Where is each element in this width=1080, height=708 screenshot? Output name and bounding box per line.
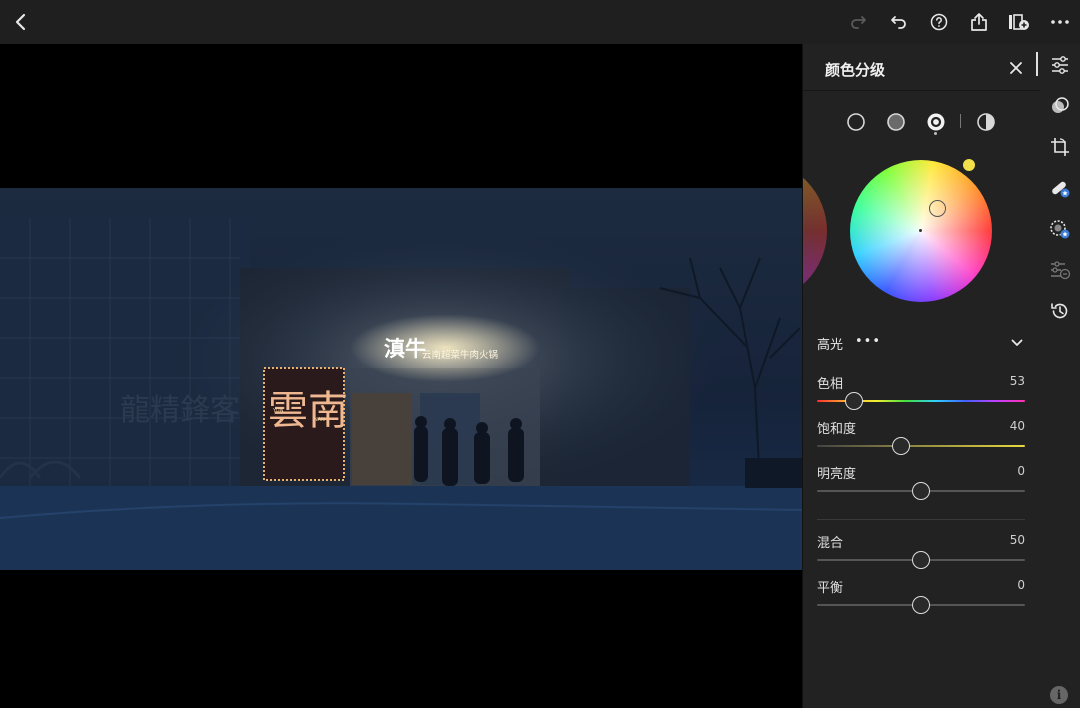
back-icon[interactable] [6, 7, 36, 37]
crop-icon[interactable] [1048, 135, 1072, 159]
neon-sub-sign: 云南超菜牛肉火锅 [422, 349, 498, 361]
redo-icon[interactable] [843, 7, 873, 37]
versions-icon[interactable] [1004, 7, 1034, 37]
neon-small-right: NAN [314, 417, 325, 423]
luminance-thumb[interactable] [912, 482, 930, 500]
info-icon[interactable]: i [1050, 686, 1068, 704]
balance-label: 平衡 [817, 581, 844, 596]
section-divider [817, 519, 1025, 520]
panel-title: 颜色分级 [825, 61, 886, 79]
selective-icon[interactable] [1048, 94, 1072, 118]
section-label: 高光 [817, 338, 844, 353]
luminance-slider[interactable]: 明亮度 0 [817, 463, 1025, 503]
blending-slider[interactable]: 混合 50 [817, 532, 1025, 572]
active-tool-indicator [1036, 52, 1038, 76]
balance-thumb[interactable] [912, 596, 930, 614]
luminance-label: 明亮度 [817, 467, 857, 482]
color-grading-panel: 颜色分级 高光 ••• 色相 53 饱和度 40 明亮度 0 混合 50 平衡 … [802, 44, 1041, 708]
hue-label: 色相 [817, 377, 844, 392]
top-toolbar [0, 0, 1080, 44]
saturation-value: 40 [1009, 419, 1025, 433]
highlights-mode-icon[interactable] [924, 110, 948, 134]
adjacent-color-wheel [803, 160, 827, 302]
color-wheel-area [803, 154, 1041, 304]
wall-text: 龍精鋒客 [120, 393, 240, 428]
image-canvas[interactable]: 龍精鋒客 雲南 YUN NAN 滇牛 云南超菜牛肉火锅 [0, 44, 802, 708]
shadows-mode-icon[interactable] [844, 110, 868, 134]
help-icon[interactable] [924, 7, 954, 37]
undo-icon[interactable] [884, 7, 914, 37]
grading-mode-selector [803, 110, 1041, 134]
presets-icon[interactable] [1048, 258, 1072, 282]
photo: 龍精鋒客 雲南 YUN NAN 滇牛 云南超菜牛肉火锅 [0, 188, 802, 570]
more-icon[interactable] [1045, 7, 1075, 37]
saturation-label: 饱和度 [817, 422, 857, 437]
neon-main-sign: 滇牛 [384, 336, 426, 361]
color-wheel-center [919, 229, 922, 232]
share-icon[interactable] [964, 7, 994, 37]
healing-icon[interactable] [1048, 176, 1072, 200]
close-icon[interactable] [1006, 58, 1026, 78]
blending-value: 50 [1009, 533, 1025, 547]
active-mode-indicator [934, 132, 937, 135]
saturation-thumb[interactable] [892, 437, 911, 455]
hue-value: 53 [1009, 374, 1025, 388]
chevron-down-icon[interactable] [1009, 335, 1025, 351]
color-wheel-handle[interactable] [929, 200, 946, 217]
blending-label: 混合 [817, 536, 844, 551]
midtones-mode-icon[interactable] [884, 110, 908, 134]
masking-icon[interactable] [1048, 217, 1072, 241]
mode-separator [960, 114, 961, 128]
global-mode-icon[interactable] [974, 110, 998, 134]
header-divider [803, 90, 1041, 91]
blending-thumb[interactable] [912, 551, 930, 569]
saturation-slider[interactable]: 饱和度 40 [817, 418, 1025, 458]
hue-thumb[interactable] [844, 392, 863, 410]
saturation-track[interactable] [817, 445, 1025, 447]
luminance-value: 0 [1017, 464, 1025, 478]
color-swatch[interactable] [963, 159, 975, 171]
balance-value: 0 [1017, 578, 1025, 592]
edit-sliders-icon[interactable] [1048, 53, 1072, 77]
history-icon[interactable] [1048, 299, 1072, 323]
hue-slider[interactable]: 色相 53 [817, 373, 1025, 413]
more-options-icon[interactable]: ••• [855, 334, 881, 349]
neon-small-left: YUN [272, 408, 284, 414]
tool-strip: i [1040, 44, 1080, 708]
balance-slider[interactable]: 平衡 0 [817, 577, 1025, 617]
